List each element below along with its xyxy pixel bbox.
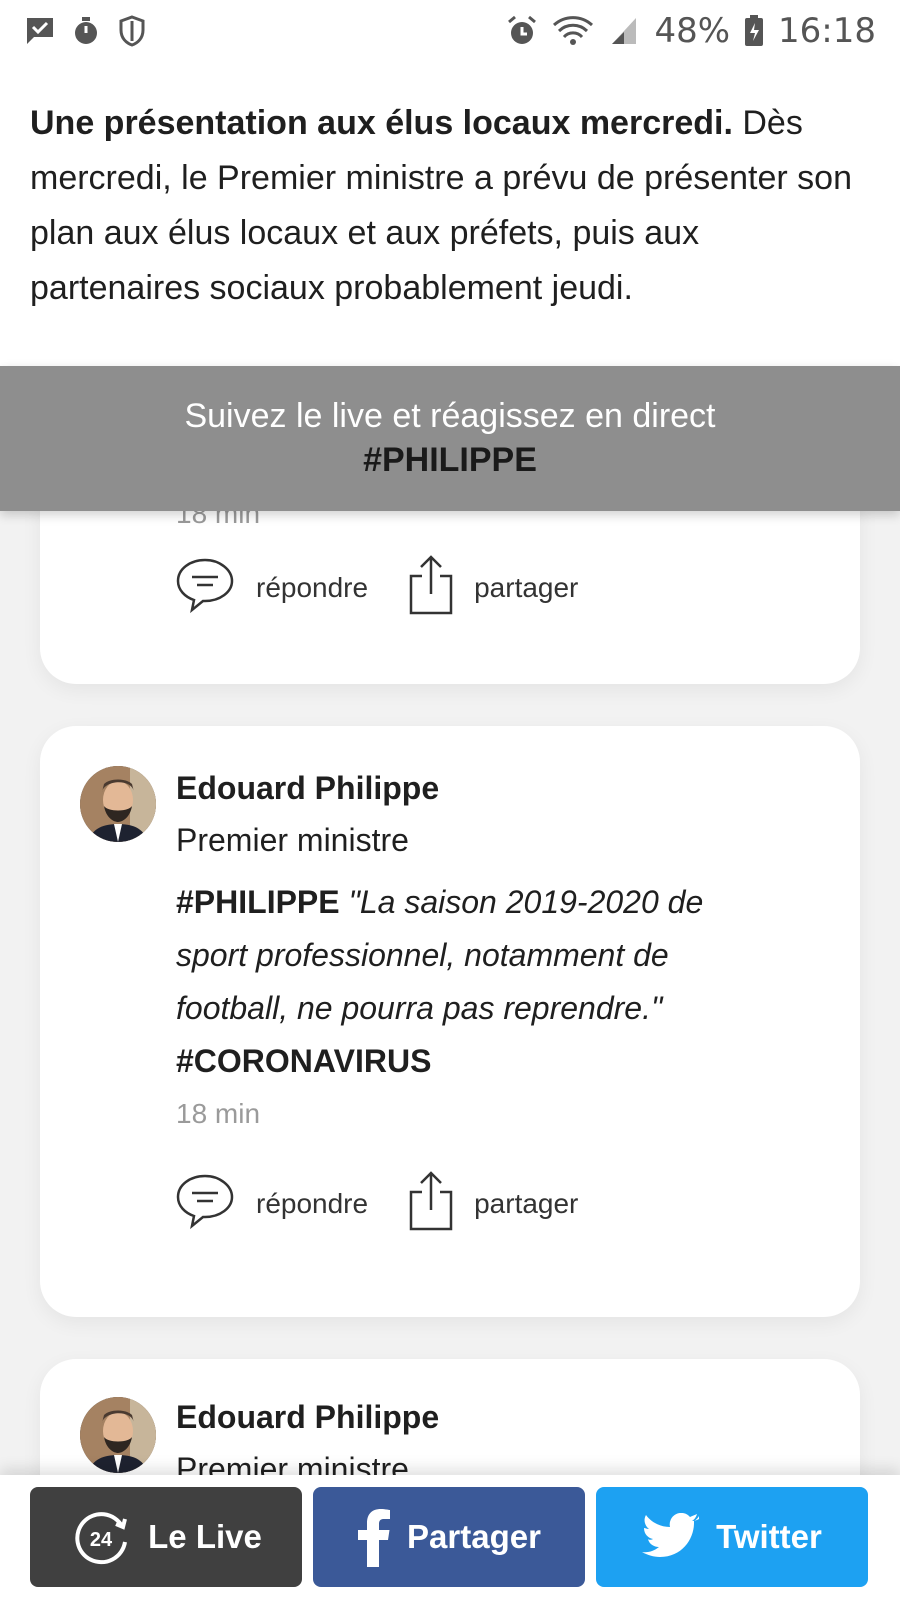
hashtag-link[interactable]: #CORONAVIRUS <box>176 1043 431 1079</box>
reply-label: répondre <box>256 571 369 603</box>
article-lead: Une présentation aux élus locaux mercred… <box>30 104 733 142</box>
comment-icon <box>174 1170 236 1237</box>
post-actions: répondre partager <box>174 1170 618 1237</box>
reply-label: répondre <box>256 1187 369 1219</box>
article-section: Une présentation aux élus locaux mercred… <box>0 62 900 366</box>
post-time: 18 min <box>176 1098 261 1129</box>
live-post-card: Edouard Philippe Premier ministre #PHILI… <box>40 726 860 1317</box>
avatar[interactable] <box>80 766 156 842</box>
share-button[interactable]: partager <box>408 1170 578 1237</box>
live-banner-text: Suivez le live et réagissez en direct <box>184 397 716 435</box>
post-actions: répondre partager <box>174 554 618 621</box>
share-label: partager <box>474 1187 579 1219</box>
status-right: 48% 16:18 <box>506 11 876 51</box>
shield-icon <box>116 15 148 47</box>
signal-icon <box>608 15 640 47</box>
live-button[interactable]: 24 Le Live <box>30 1487 302 1587</box>
status-bar: 48% 16:18 <box>0 0 900 62</box>
live-badge: 24 <box>90 1529 113 1551</box>
battery-percent: 48% <box>654 11 731 51</box>
share-icon <box>408 554 454 621</box>
facebook-label: Partager <box>407 1518 541 1555</box>
bottom-action-bar: 24 Le Live Partager Twitter <box>0 1475 900 1600</box>
alarm-icon <box>506 15 538 47</box>
share-button[interactable]: partager <box>408 554 578 621</box>
author-name[interactable]: Edouard Philippe <box>176 770 439 807</box>
live-banner-hashtag: #PHILIPPE <box>363 441 537 479</box>
status-left <box>24 15 148 47</box>
author-role: Premier ministre <box>176 822 409 858</box>
reply-button[interactable]: répondre <box>174 1170 368 1237</box>
author-name[interactable]: Edouard Philippe <box>176 1399 439 1436</box>
live-banner[interactable]: Suivez le live et réagissez en direct #P… <box>0 366 900 511</box>
live-24-icon: 24 <box>70 1506 132 1568</box>
battery-icon <box>744 15 764 47</box>
live-label: Le Live <box>148 1518 262 1555</box>
avatar[interactable] <box>80 1397 156 1473</box>
hashtag-link[interactable]: #PHILIPPE <box>176 884 340 920</box>
facebook-icon <box>357 1507 391 1567</box>
post-content: #PHILIPPE "La saison 2019-2020 de sport … <box>176 876 776 1088</box>
stopwatch-icon <box>70 15 102 47</box>
share-icon <box>408 1170 454 1237</box>
message-icon <box>24 15 56 47</box>
reply-button[interactable]: répondre <box>174 554 368 621</box>
twitter-label: Twitter <box>716 1518 822 1555</box>
comment-icon <box>174 554 236 621</box>
facebook-share-button[interactable]: Partager <box>313 1487 585 1587</box>
share-label: partager <box>474 571 579 603</box>
twitter-share-button[interactable]: Twitter <box>596 1487 868 1587</box>
wifi-icon <box>552 15 594 47</box>
clock: 16:18 <box>778 11 876 51</box>
article-paragraph: Une présentation aux élus locaux mercred… <box>30 96 870 316</box>
twitter-bird-icon <box>642 1513 700 1561</box>
